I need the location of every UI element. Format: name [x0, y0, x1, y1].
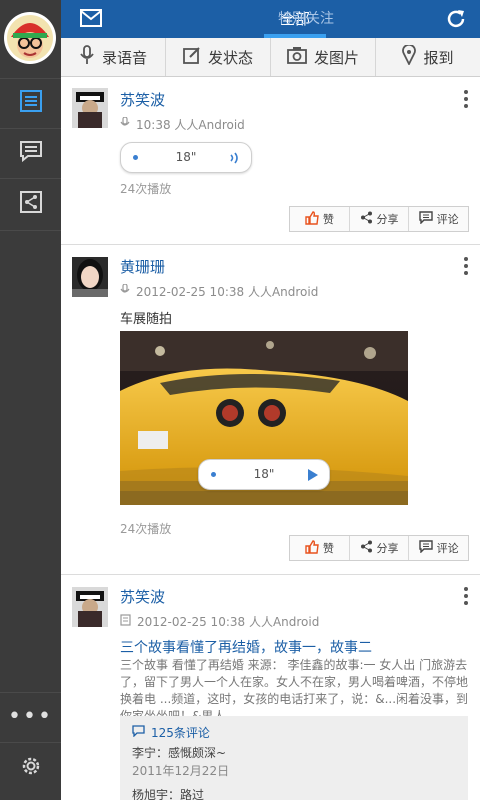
tab-special-follow-label[interactable]: 特别关注 [266, 0, 346, 38]
refresh-icon[interactable] [445, 8, 467, 34]
comment-button[interactable]: 评论 [409, 536, 468, 560]
more-icon: ••• [8, 704, 53, 729]
check-in-label: 报到 [423, 48, 454, 67]
comment-button[interactable]: 评论 [409, 207, 468, 231]
mic-icon [120, 283, 130, 299]
feed-post: 苏笑波 2012-02-25 10:38 人人Android 三个故事看懂了再结… [61, 575, 480, 800]
feed: 苏笑波 10:38 人人Android 18" 24次播放 赞 分享 评论 黄珊… [61, 78, 480, 800]
comment-date: 2011年12月22日 [132, 764, 230, 778]
camera-icon [287, 46, 307, 68]
check-in-button[interactable]: 报到 [376, 38, 480, 76]
share-icon [360, 211, 373, 227]
record-voice-button[interactable]: 录语音 [61, 38, 166, 76]
post-avatar[interactable] [72, 587, 108, 627]
share-icon [360, 540, 373, 556]
settings-button[interactable] [0, 744, 61, 792]
post-time: 2012-02-25 10:38 人人Android [136, 285, 319, 299]
sidebar-item-share[interactable] [0, 180, 61, 228]
feed-post: 黄珊珊 2012-02-25 10:38 人人Android 车展随拍 18" … [61, 245, 480, 573]
post-photo[interactable]: 18" [120, 331, 408, 505]
comment-text: 杨旭宇：路过 [132, 788, 205, 800]
comment-label: 评论 [436, 213, 459, 226]
comment-text: 李宁：感慨颇深~ [132, 746, 227, 760]
post-avatar[interactable] [72, 257, 108, 297]
post-photo-button[interactable]: 发图片 [271, 38, 376, 76]
comment-count[interactable]: 125条评论 [132, 724, 210, 741]
share-label: 分享 [376, 542, 399, 555]
comment-label: 评论 [436, 542, 459, 555]
comment-icon [418, 540, 433, 556]
sidebar-item-messages[interactable] [0, 129, 61, 177]
like-label: 赞 [322, 213, 334, 226]
action-bar: 录语音 发状态 发图片 报到 [61, 38, 480, 77]
comment-count-label: 125条评论 [151, 726, 210, 740]
record-voice-label: 录语音 [101, 48, 147, 67]
comments-preview[interactable]: 125条评论 李宁：感慨颇深~ 2011年12月22日 杨旭宇：路过 [120, 716, 468, 800]
sound-wave-icon [229, 151, 241, 168]
post-menu-icon[interactable] [462, 90, 470, 112]
comment-icon [132, 725, 145, 740]
like-button[interactable]: 赞 [290, 207, 350, 231]
comment-icon [418, 211, 433, 227]
mic-icon [79, 45, 95, 69]
post-text: 车展随拍 [120, 312, 173, 327]
voice-player[interactable]: 18" [120, 142, 252, 173]
article-body: 三个故事 看懂了再结婚 来源： 李佳鑫的故事:一 女人出 门旅游去了，留下了男人… [120, 658, 469, 723]
post-author[interactable]: 苏笑波 [120, 89, 165, 110]
post-meta: 2012-02-25 10:38 人人Android [120, 613, 319, 630]
post-photo-label: 发图片 [313, 48, 359, 67]
post-time: 2012-02-25 10:38 人人Android [137, 615, 320, 629]
feed-post: 苏笑波 10:38 人人Android 18" 24次播放 赞 分享 评论 [61, 78, 480, 243]
voice-player[interactable]: 18" [198, 459, 330, 490]
play-count: 24次播放 [120, 522, 172, 536]
sidebar-item-feed[interactable] [0, 79, 61, 127]
share-label: 分享 [376, 213, 399, 226]
post-action-row: 赞 分享 评论 [289, 535, 469, 561]
post-status-button[interactable]: 发状态 [166, 38, 271, 76]
post-meta: 2012-02-25 10:38 人人Android [120, 283, 318, 300]
post-author[interactable]: 黄珊珊 [120, 256, 165, 277]
mic-icon [120, 116, 130, 132]
post-menu-icon[interactable] [462, 257, 470, 279]
messages-icon [19, 139, 43, 167]
thumbs-up-icon [305, 539, 319, 557]
post-avatar[interactable] [72, 88, 108, 128]
post-author[interactable]: 苏笑波 [120, 586, 165, 607]
thumbs-up-icon [305, 210, 319, 228]
post-menu-icon[interactable] [462, 587, 470, 609]
post-action-row: 赞 分享 评论 [289, 206, 469, 232]
play-count: 24次播放 [120, 182, 172, 196]
share-button[interactable]: 分享 [350, 207, 410, 231]
play-icon [307, 468, 319, 485]
edit-icon [183, 46, 201, 68]
avatar-image [7, 15, 53, 61]
more-button[interactable]: ••• [0, 693, 61, 741]
share-button[interactable]: 分享 [350, 536, 410, 560]
location-icon [402, 43, 417, 69]
gear-icon [19, 754, 43, 782]
post-time: 10:38 人人Android [136, 118, 245, 132]
post-meta: 10:38 人人Android [120, 116, 245, 133]
post-status-label: 发状态 [207, 48, 253, 67]
avatar[interactable] [4, 12, 56, 64]
sidebar: ••• [0, 0, 61, 800]
feed-icon [19, 89, 43, 117]
article-icon [120, 614, 131, 629]
share-icon [19, 190, 43, 218]
article-title[interactable]: 三个故事看懂了再结婚，故事一，故事二 [120, 637, 470, 657]
mail-icon[interactable] [80, 8, 102, 32]
like-label: 赞 [322, 542, 334, 555]
like-button[interactable]: 赞 [290, 536, 350, 560]
